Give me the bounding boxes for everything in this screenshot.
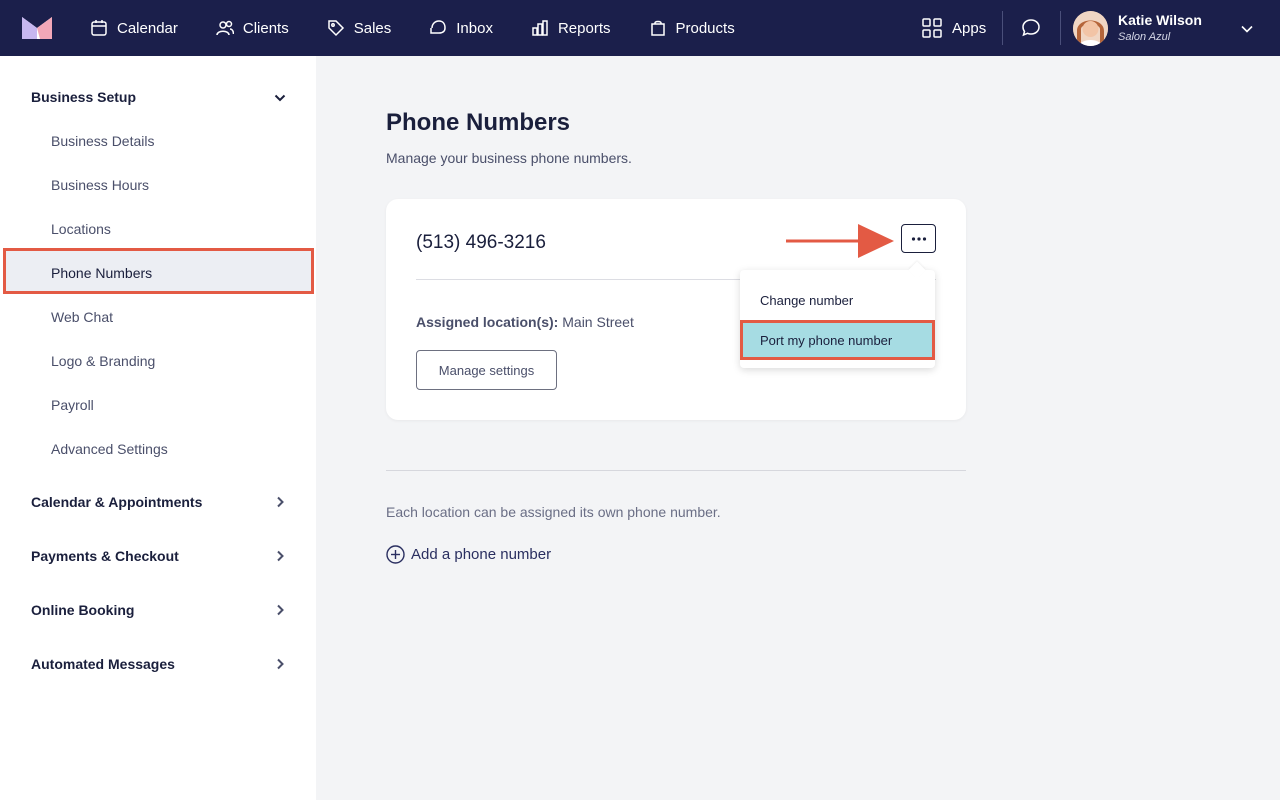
sidebar-item-advanced-settings[interactable]: Advanced Settings (51, 441, 168, 457)
sidebar-item-business-details[interactable]: Business Details (51, 133, 155, 149)
manage-settings-button[interactable]: Manage settings (416, 350, 557, 390)
annotation-arrow-icon (786, 224, 894, 258)
chevron-right-icon[interactable] (274, 550, 286, 562)
menu-item-change-number[interactable]: Change number (740, 280, 935, 320)
phone-number: (513) 496-3216 (416, 232, 546, 253)
chevron-right-icon[interactable] (274, 658, 286, 670)
nav-reports-label: Reports (557, 19, 611, 37)
app-logo[interactable] (22, 17, 52, 39)
nav-products[interactable]: Products (649, 0, 735, 56)
sidebar-section-calendar-appointments[interactable]: Calendar & Appointments (31, 494, 202, 510)
apps-label: Apps (952, 19, 987, 37)
top-nav: Calendar Clients Sales Inbox Reports Pro… (0, 0, 1280, 56)
nav-sales[interactable]: Sales (327, 0, 392, 56)
assigned-value: Main Street (558, 314, 634, 330)
nav-inbox-label: Inbox (456, 19, 493, 37)
sidebar-item-web-chat[interactable]: Web Chat (51, 309, 113, 325)
user-name: Katie Wilson (1118, 12, 1202, 28)
more-horizontal-icon (911, 236, 926, 241)
assigned-locations: Assigned location(s): Main Street (416, 314, 634, 330)
chevron-right-icon[interactable] (274, 604, 286, 616)
page-subtitle: Manage your business phone numbers. (386, 150, 632, 166)
reports-icon (532, 20, 548, 36)
menu-item-port-phone-number[interactable]: Port my phone number (740, 320, 935, 360)
chevron-down-icon[interactable] (274, 92, 286, 104)
clients-icon (216, 20, 234, 36)
section-divider (386, 470, 966, 471)
chevron-right-icon[interactable] (274, 496, 286, 508)
nav-divider (1002, 11, 1003, 45)
sidebar-item-logo-branding[interactable]: Logo & Branding (51, 353, 155, 369)
calendar-icon (91, 20, 107, 36)
sidebar-item-phone-numbers[interactable]: Phone Numbers (51, 265, 152, 281)
user-subtitle: Salon Azul (1118, 31, 1171, 43)
avatar-image (1073, 11, 1108, 46)
apps-button[interactable]: Apps (922, 18, 1002, 38)
sidebar-section-online-booking[interactable]: Online Booking (31, 602, 134, 618)
info-text: Each location can be assigned its own ph… (386, 504, 721, 520)
chat-icon[interactable] (1021, 18, 1041, 38)
more-options-menu: Change number Port my phone number (740, 261, 935, 368)
nav-clients[interactable]: Clients (216, 0, 289, 56)
nav-divider (1060, 11, 1061, 45)
nav-clients-label: Clients (242, 19, 289, 37)
avatar[interactable] (1073, 11, 1108, 46)
nav-calendar-label: Calendar (117, 19, 178, 37)
sidebar: Business Setup Business Details Business… (0, 56, 316, 800)
assigned-label: Assigned location(s): (416, 314, 559, 330)
nav-sales-label: Sales (353, 19, 392, 37)
sidebar-active-highlight (3, 248, 314, 294)
sidebar-section-automated-messages[interactable]: Automated Messages (31, 656, 175, 672)
sidebar-section-business-setup[interactable]: Business Setup (31, 89, 136, 105)
page-title: Phone Numbers (386, 109, 571, 136)
sidebar-item-payroll[interactable]: Payroll (51, 397, 94, 413)
bag-icon (650, 20, 665, 36)
nav-products-label: Products (675, 19, 735, 37)
chevron-down-icon[interactable] (1240, 22, 1254, 36)
add-phone-number-label: Add a phone number (411, 546, 552, 563)
sidebar-section-payments-checkout[interactable]: Payments & Checkout (31, 548, 179, 564)
inbox-icon (430, 20, 447, 34)
nav-calendar[interactable]: Calendar (90, 0, 178, 56)
add-phone-number-link[interactable]: Add a phone number (386, 545, 551, 564)
tag-icon (327, 20, 344, 37)
sidebar-item-business-hours[interactable]: Business Hours (51, 177, 149, 193)
more-options-button[interactable] (901, 224, 936, 253)
sidebar-item-locations[interactable]: Locations (51, 221, 111, 237)
apps-grid-icon (922, 18, 942, 38)
nav-reports[interactable]: Reports (531, 0, 611, 56)
nav-inbox[interactable]: Inbox (429, 0, 493, 56)
plus-circle-icon (386, 545, 405, 564)
